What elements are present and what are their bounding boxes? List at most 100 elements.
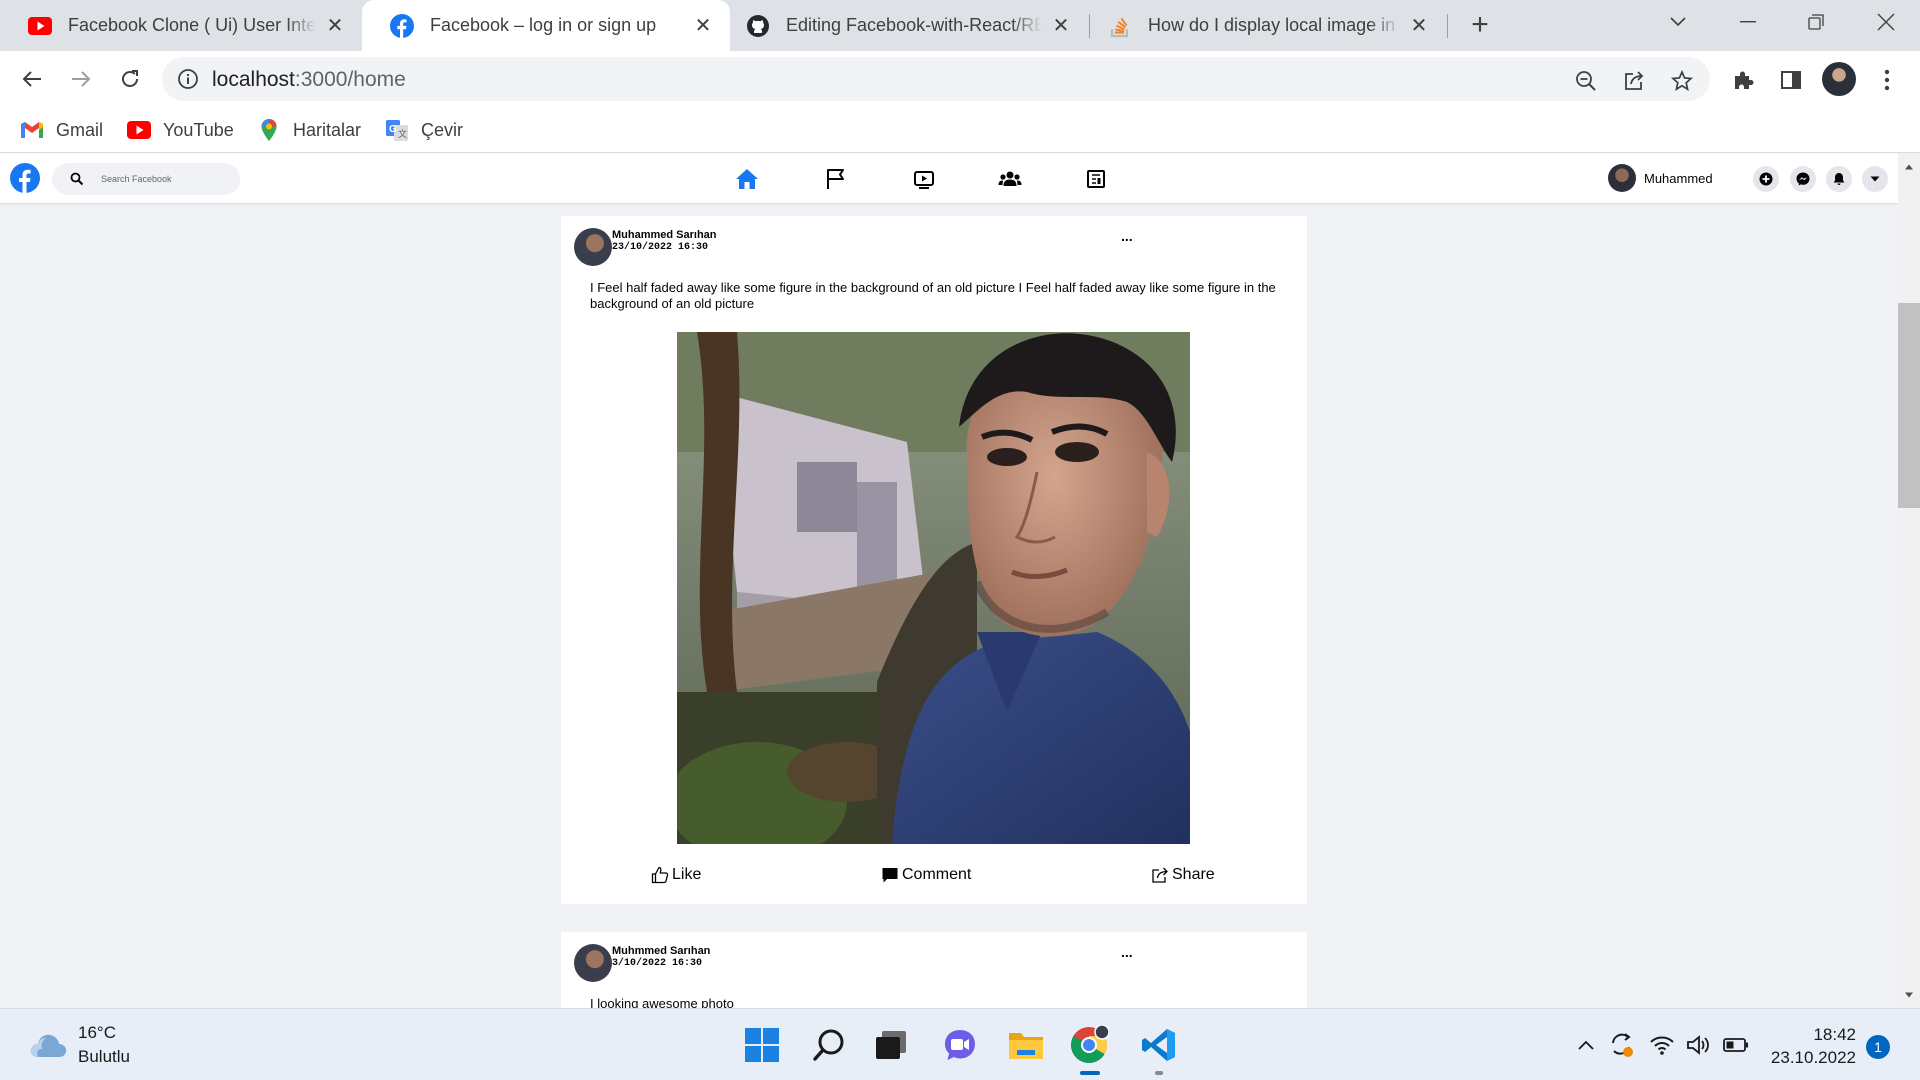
weather-temperature: 16°C <box>78 1023 116 1042</box>
close-window-icon[interactable] <box>1856 0 1916 44</box>
post-options-icon[interactable]: ... <box>1121 228 1133 244</box>
url-path: :3000/home <box>294 68 406 91</box>
file-explorer-icon[interactable] <box>1003 1022 1049 1068</box>
side-panel-icon[interactable] <box>1776 65 1806 95</box>
search-placeholder: Search Facebook <box>101 174 172 184</box>
create-plus-icon[interactable] <box>1753 166 1779 192</box>
extensions-icon[interactable] <box>1728 65 1758 95</box>
taskbar-clock[interactable]: 18:42 23.10.2022 <box>1760 1023 1856 1069</box>
flag-icon[interactable] <box>822 165 850 193</box>
profile-button[interactable]: Muhammed <box>1608 164 1713 192</box>
post-text: I looking awesome photo <box>590 996 734 1008</box>
weather-widget[interactable]: 16°C Bulutlu <box>28 1023 130 1067</box>
show-hidden-icons-icon[interactable] <box>1572 1031 1600 1059</box>
close-tab-icon[interactable]: ✕ <box>1408 13 1430 38</box>
notification-count-badge[interactable]: 1 <box>1866 1035 1890 1059</box>
facebook-logo-icon[interactable] <box>10 163 40 193</box>
restore-icon[interactable] <box>1786 0 1846 44</box>
search-input[interactable]: Search Facebook <box>52 163 240 195</box>
chrome-icon[interactable] <box>1066 1022 1112 1068</box>
new-tab-button[interactable]: + <box>1450 3 1510 47</box>
profile-avatar[interactable] <box>1822 62 1856 96</box>
tab-editing-readme[interactable]: Editing Facebook-with-React/README ✕ <box>730 0 1088 51</box>
back-icon[interactable] <box>12 59 52 99</box>
share-icon[interactable] <box>1620 67 1648 95</box>
vscode-running-indicator <box>1155 1071 1163 1075</box>
gmail-icon <box>20 118 44 142</box>
tab-search-icon[interactable] <box>1648 0 1708 44</box>
volume-icon[interactable] <box>1685 1031 1713 1059</box>
bookmark-haritalar[interactable]: Haritalar <box>257 115 361 145</box>
chrome-menu-icon[interactable] <box>1872 65 1902 95</box>
comment-button[interactable]: Comment <box>881 866 971 884</box>
zoom-icon[interactable] <box>1572 67 1600 95</box>
site-info-icon[interactable] <box>176 67 200 91</box>
bookmark-youtube[interactable]: YouTube <box>127 115 234 145</box>
share-label: Share <box>1172 866 1215 883</box>
groups-icon[interactable] <box>996 165 1024 193</box>
post-options-icon[interactable]: ... <box>1121 944 1133 960</box>
post-card: Muhmmed Sarıhan 3/10/2022 16:30 ... I lo… <box>561 932 1307 1008</box>
profile-name: Muhammed <box>1644 170 1713 186</box>
cloud-icon <box>30 1034 67 1057</box>
post-author-name[interactable]: Muhmmed Sarıhan <box>612 945 710 957</box>
windows-taskbar: 16°C Bulutlu 18:42 23.10.2022 1 <box>0 1008 1920 1080</box>
tab-facebook-login[interactable]: Facebook – log in or sign up ✕ <box>362 0 730 51</box>
bookmark-label: YouTube <box>163 119 234 140</box>
minimize-icon[interactable] <box>1718 0 1778 44</box>
clock-time: 18:42 <box>1813 1025 1856 1044</box>
task-view-icon[interactable] <box>868 1022 914 1068</box>
vscode-icon[interactable] <box>1136 1022 1182 1068</box>
tab-title: Facebook Clone ( Ui) User Interface <box>68 15 316 35</box>
close-tab-icon[interactable]: ✕ <box>324 13 346 38</box>
chat-icon[interactable] <box>937 1022 983 1068</box>
home-icon[interactable] <box>733 165 761 193</box>
bookmark-cevir[interactable]: G文 Çevir <box>385 115 463 145</box>
scrollbar-thumb[interactable] <box>1898 303 1920 508</box>
notifications-bell-icon[interactable] <box>1826 166 1852 192</box>
comment-icon <box>882 868 898 883</box>
browser-tab-bar: Facebook Clone ( Ui) User Interface ✕ Fa… <box>0 0 1920 51</box>
search-icon[interactable] <box>806 1022 852 1068</box>
bookmark-star-icon[interactable] <box>1668 67 1696 95</box>
github-icon <box>746 14 770 38</box>
tab-title: How do I display local image in react <box>1148 15 1400 35</box>
post-photo[interactable] <box>677 332 1190 844</box>
scroll-down-icon[interactable] <box>1903 989 1915 1001</box>
svg-text:G: G <box>389 124 397 135</box>
share-icon <box>1152 867 1168 883</box>
clock-date: 23.10.2022 <box>1770 1048 1856 1067</box>
search-icon <box>70 172 84 186</box>
bookmark-gmail[interactable]: Gmail <box>20 115 103 145</box>
share-button[interactable]: Share <box>1151 866 1215 884</box>
close-tab-icon[interactable]: ✕ <box>692 13 714 38</box>
reload-icon[interactable] <box>110 59 150 99</box>
svg-text:文: 文 <box>398 128 407 139</box>
bookmark-label: Gmail <box>56 119 104 140</box>
post-author-name[interactable]: Muhammed Sarıhan <box>612 229 717 241</box>
post-author-avatar[interactable] <box>574 944 612 982</box>
sync-icon[interactable] <box>1608 1031 1636 1059</box>
forward-icon[interactable] <box>61 59 101 99</box>
account-menu-icon[interactable] <box>1862 166 1888 192</box>
tab-facebook-clone-ui[interactable]: Facebook Clone ( Ui) User Interface ✕ <box>0 0 362 51</box>
battery-icon[interactable] <box>1722 1031 1750 1059</box>
messenger-icon[interactable] <box>1790 166 1816 192</box>
facebook-icon <box>390 13 414 38</box>
address-bar[interactable]: localhost:3000/home <box>162 57 1710 101</box>
start-icon[interactable] <box>739 1022 785 1068</box>
video-icon[interactable] <box>910 165 938 193</box>
page-scrollbar[interactable] <box>1898 153 1920 1008</box>
news-icon[interactable] <box>1082 165 1110 193</box>
close-tab-icon[interactable]: ✕ <box>1050 13 1072 38</box>
scroll-up-icon[interactable] <box>1903 161 1915 173</box>
wifi-icon[interactable] <box>1648 1031 1676 1059</box>
tab-stackoverflow[interactable]: How do I display local image in react ✕ <box>1090 0 1446 51</box>
url-host: localhost <box>212 68 295 91</box>
chrome-running-indicator <box>1080 1071 1100 1075</box>
like-button[interactable]: Like <box>651 866 701 884</box>
stackoverflow-icon <box>1108 14 1132 38</box>
bookmarks-bar: Gmail YouTube Haritalar G文 Çevir <box>0 107 1920 153</box>
post-author-avatar[interactable] <box>574 228 612 266</box>
maps-icon <box>257 118 281 142</box>
